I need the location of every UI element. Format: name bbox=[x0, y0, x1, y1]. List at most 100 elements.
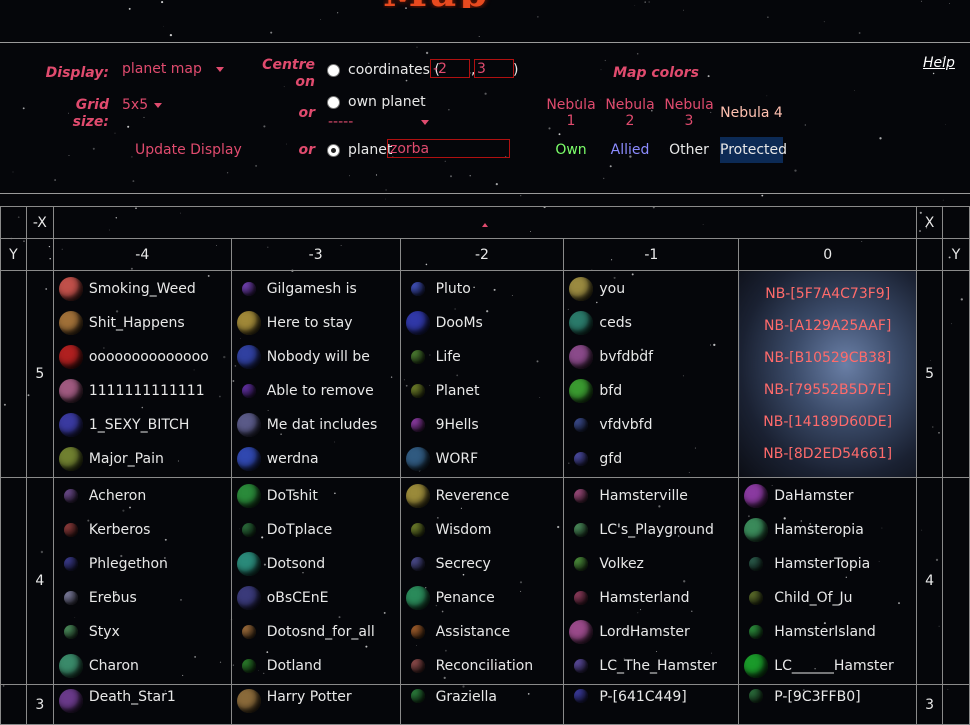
move-plus-x-button[interactable]: X bbox=[916, 206, 944, 239]
sector-cell[interactable]: Hamsterville LC's_Playground Volkez Hamster… bbox=[563, 477, 740, 685]
planet-link[interactable]: bvfdbdf bbox=[565, 340, 738, 374]
sector-cell[interactable]: DaHamster Hamsteropia HamsterTopia Child_Of… bbox=[738, 477, 918, 685]
planet-link[interactable]: Secrecy bbox=[401, 547, 563, 581]
planet-link[interactable]: 9Hells bbox=[401, 408, 563, 442]
planet-link[interactable]: Gilgamesh is bbox=[232, 272, 399, 306]
help-link[interactable]: Help bbox=[923, 55, 955, 71]
move-minus-x-button[interactable]: -X bbox=[25, 206, 54, 239]
planet-radio[interactable] bbox=[327, 144, 340, 157]
planet-link[interactable]: Graziella bbox=[401, 686, 563, 712]
planet-link[interactable]: Nobody will be bbox=[232, 340, 399, 374]
planet-link[interactable]: oooooooooooooo bbox=[54, 340, 230, 374]
planet-link[interactable]: HamsterIsland bbox=[740, 615, 916, 649]
planet-link[interactable]: werdna bbox=[232, 442, 399, 476]
planet-link[interactable]: Styx bbox=[54, 615, 230, 649]
planet-link[interactable]: Hamsterville bbox=[565, 479, 738, 513]
sector-cell[interactable]: Acheron Kerberos Phlegethon Erebus Styx Charo… bbox=[52, 477, 232, 685]
grid-row: 4 Acheron Kerberos Phlegethon Erebus Styx Char… bbox=[0, 477, 970, 685]
sector-cell[interactable]: Harry Potter bbox=[230, 684, 401, 725]
nebula-planet-link[interactable]: NB-[5F7A4C73F9] bbox=[740, 278, 916, 310]
planet-link[interactable]: LC's_Playground bbox=[565, 513, 738, 547]
planet-link[interactable]: DoTshit bbox=[232, 479, 399, 513]
planet-link[interactable]: HamsterTopia bbox=[740, 547, 916, 581]
planet-link[interactable]: DooMs bbox=[401, 306, 563, 340]
star bbox=[636, 52, 639, 55]
planet-link[interactable]: Shit_Happens bbox=[54, 306, 230, 340]
sector-cell[interactable]: Death_Star1 bbox=[52, 684, 232, 725]
planet-link[interactable]: Dotland bbox=[232, 649, 399, 683]
sector-cell[interactable]: Reverence Wisdom Secrecy Penance Assistance R… bbox=[399, 477, 565, 685]
planet-link[interactable]: gfd bbox=[565, 442, 738, 476]
sector-cell[interactable]: Graziella bbox=[399, 684, 565, 725]
nebula-planet-link[interactable]: NB-[79552B5D7E] bbox=[740, 374, 916, 406]
planet-link[interactable]: Dotsond bbox=[232, 547, 399, 581]
sector-cell[interactable]: you ceds bvfdbdf bfd vfdvbfd gfd bbox=[563, 270, 740, 478]
nebula-planet-link[interactable]: NB-[14189D60DE] bbox=[740, 406, 916, 438]
planet-link[interactable]: Charon bbox=[54, 649, 230, 683]
nebula-planet-link[interactable]: NB-[B10529CB38] bbox=[740, 342, 916, 374]
planet-link[interactable]: Reconciliation bbox=[401, 649, 563, 683]
planet-link[interactable]: LC_The_Hamster bbox=[565, 649, 738, 683]
planet-link[interactable]: ceds bbox=[565, 306, 738, 340]
sector-cell[interactable]: Smoking_Weed Shit_Happens oooooooooooooo 11… bbox=[52, 270, 232, 478]
planet-link[interactable]: Here to stay bbox=[232, 306, 399, 340]
own-planet-select[interactable]: ----- bbox=[328, 114, 430, 130]
sector-cell[interactable]: Gilgamesh is Here to stay Nobody will be Ab… bbox=[230, 270, 401, 478]
planet-link[interactable]: Wisdom bbox=[401, 513, 563, 547]
star bbox=[920, 0, 923, 2]
planet-link[interactable]: Child_Of_Ju bbox=[740, 581, 916, 615]
sector-cell[interactable]: NB-[5F7A4C73F9] NB-[A129A25AAF] NB-[B10529… bbox=[738, 270, 918, 478]
planet-link[interactable]: Penance bbox=[401, 581, 563, 615]
planet-link[interactable]: Harry Potter bbox=[232, 686, 399, 713]
own-planet-radio[interactable] bbox=[327, 96, 340, 109]
planet-link[interactable]: Major_Pain bbox=[54, 442, 230, 476]
update-display-button[interactable]: Update Display bbox=[135, 142, 242, 158]
planet-link[interactable]: bfd bbox=[565, 374, 738, 408]
planet-link[interactable]: LC______Hamster bbox=[740, 649, 916, 683]
planet-link[interactable]: Able to remove bbox=[232, 374, 399, 408]
planet-link[interactable]: you bbox=[565, 272, 738, 306]
sector-cell[interactable]: P-[641C449] bbox=[563, 684, 740, 725]
planet-link[interactable]: Planet bbox=[401, 374, 563, 408]
planet-link[interactable]: Volkez bbox=[565, 547, 738, 581]
planet-link[interactable]: Erebus bbox=[54, 581, 230, 615]
row-y-label: 3 bbox=[916, 684, 944, 725]
planet-link[interactable]: Dotosnd_for_all bbox=[232, 615, 399, 649]
planet-link[interactable]: Death_Star1 bbox=[54, 686, 230, 713]
coord-y-input[interactable]: 3 bbox=[474, 59, 514, 78]
coord-x-input[interactable]: -2 bbox=[430, 59, 470, 78]
planet-link[interactable]: Me dat includes bbox=[232, 408, 399, 442]
planet-link[interactable]: oBsCEnE bbox=[232, 581, 399, 615]
grid-size-select[interactable]: 5x5 bbox=[122, 97, 163, 113]
sector-cell[interactable]: DoTshit DoTplace Dotsond oBsCEnE Dotosnd_for… bbox=[230, 477, 401, 685]
nebula-planet-link[interactable]: NB-[8D2ED54661] bbox=[740, 438, 916, 470]
planet-link[interactable]: Kerberos bbox=[54, 513, 230, 547]
planet-link[interactable]: 1111111111111 bbox=[54, 374, 230, 408]
planet-link[interactable]: Reverence bbox=[401, 479, 563, 513]
planet-link[interactable]: P-[9C3FFB0] bbox=[740, 686, 916, 712]
move-up-button[interactable] bbox=[52, 206, 918, 239]
display-select[interactable]: planet map bbox=[122, 61, 224, 77]
planet-link[interactable]: Assistance bbox=[401, 615, 563, 649]
planet-link[interactable]: Hamsteropia bbox=[740, 513, 916, 547]
coordinates-radio[interactable] bbox=[327, 64, 340, 77]
sector-cell[interactable]: Pluto DooMs Life Planet 9Hells WORF bbox=[399, 270, 565, 478]
planet-link[interactable]: LordHamster bbox=[565, 615, 738, 649]
planet-link[interactable]: DoTplace bbox=[232, 513, 399, 547]
planet-link[interactable]: 1_SEXY_BITCH bbox=[54, 408, 230, 442]
nebula-planet-link[interactable]: NB-[A129A25AAF] bbox=[740, 310, 916, 342]
planet-link[interactable]: Smoking_Weed bbox=[54, 272, 230, 306]
planet-link[interactable]: Hamsterland bbox=[565, 581, 738, 615]
planet-link[interactable]: Acheron bbox=[54, 479, 230, 513]
planet-link[interactable]: Pluto bbox=[401, 272, 563, 306]
star bbox=[858, 32, 861, 34]
planet-link[interactable]: DaHamster bbox=[740, 479, 916, 513]
sector-cell[interactable]: P-[9C3FFB0] bbox=[738, 684, 918, 725]
planet-link[interactable]: vfdvbfd bbox=[565, 408, 738, 442]
planet-link[interactable]: P-[641C449] bbox=[565, 686, 738, 712]
sector-planet-list: Acheron Kerberos Phlegethon Erebus Styx Charo… bbox=[54, 479, 230, 683]
planet-name-input[interactable]: zorba bbox=[387, 139, 510, 158]
planet-link[interactable]: Life bbox=[401, 340, 563, 374]
planet-link[interactable]: WORF bbox=[401, 442, 563, 476]
planet-link[interactable]: Phlegethon bbox=[54, 547, 230, 581]
